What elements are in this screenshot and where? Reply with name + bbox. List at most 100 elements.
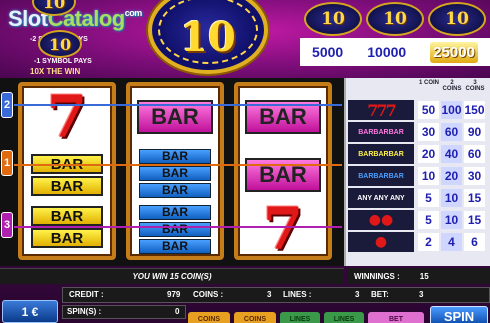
bar-symbol: BAR (139, 204, 211, 220)
bar-symbol: BAR (139, 182, 211, 198)
jackpot-value-3: 25000 (430, 41, 478, 63)
paytable-row-blue-bars: BARBARBAR 10 20 30 (346, 166, 490, 186)
seven-symbol: 7 (262, 195, 304, 263)
paytable-value: 30 (464, 167, 485, 185)
jackpot-value-1: 5000 (312, 44, 344, 60)
paytable-header-1: 1 COIN (418, 80, 439, 86)
payline-2 (14, 104, 342, 106)
paytable-value: 5 (418, 211, 439, 229)
jackpot-value-2: 10000 (367, 44, 407, 60)
paytable-value: 10 (441, 211, 462, 229)
reel-3-cell-top: BAR (238, 88, 328, 146)
jackpot-coin-3: 10 (428, 2, 486, 36)
winnings-value: 15 (419, 271, 429, 281)
coins-minus-button[interactable]: COINS (188, 312, 230, 323)
spins-label: SPIN(S) : (67, 307, 102, 316)
reel-1: 7 BAR BAR BAR BAR (18, 82, 116, 260)
paytable: 1 COIN 2 COINS 3 COINS 777 50 100 150 BA… (344, 78, 490, 266)
coins-value: 3 (267, 290, 272, 299)
paytable-symbol: ●● (348, 210, 414, 230)
cherry-icon: ● (374, 234, 388, 250)
paytable-row-yellow-bars: BARBARBAR 20 40 60 (346, 144, 490, 164)
bar-symbol: BAR (139, 165, 211, 181)
spins-value: 0 (175, 307, 180, 316)
jackpot-coin-1: 10 (304, 2, 362, 36)
paytable-row-cherries: ●● 5 10 15 (346, 210, 490, 230)
bar-symbol: BAR (139, 238, 211, 254)
bar-symbol: BAR (139, 148, 211, 164)
slot-game: SlotCatalogcom 10 -2 SYMBOL PAYS 10 -1 S… (0, 0, 490, 323)
paytable-row-any-bars: ANY ANY ANY 5 10 15 (346, 188, 490, 208)
paytable-symbol: BARBARBAR (348, 144, 414, 164)
winnings-box: WINNINGS : 15 (348, 268, 490, 284)
game-logo: 10 (148, 0, 268, 74)
paytable-symbol: ● (348, 232, 414, 252)
payline-1 (14, 164, 342, 166)
reel-2-cell-mid: BAR BAR BAR (130, 144, 220, 202)
paytable-value: 6 (464, 233, 485, 251)
cherry-icon: ●● (368, 212, 394, 228)
paytable-value: 60 (441, 123, 462, 141)
bar-symbol: BAR (31, 176, 103, 196)
reel-1-cell-top: 7 (22, 88, 112, 146)
reel-2-cell-top: BAR (130, 88, 220, 146)
seven-symbol: 7 (46, 83, 88, 151)
paytable-value: 20 (441, 167, 462, 185)
reel-3-cell-bottom: 7 (238, 200, 328, 258)
paytable-value: 60 (464, 145, 485, 163)
bet-label: BET: (371, 290, 389, 299)
payline-marker-1[interactable]: 1 (1, 150, 13, 176)
reel-2-cell-bottom: BAR BAR BAR (130, 200, 220, 258)
spins-box: SPIN(S) : 0 (62, 305, 186, 319)
win-message: YOU WIN 15 COIN(S) (132, 272, 212, 281)
payline-marker-3[interactable]: 3 (1, 212, 13, 238)
reel-3: BAR BAR 7 (234, 82, 332, 260)
credit-label: CREDIT : (69, 290, 104, 299)
rule-coin-bottom: 10 (38, 30, 82, 58)
winnings-label: WINNINGS : (354, 271, 400, 281)
bet-value: 3 (419, 290, 424, 299)
reel-1-cell-mid: BAR BAR (22, 146, 112, 204)
lines-plus-button[interactable]: LINES (324, 312, 364, 323)
bar-symbol: BAR (139, 221, 211, 237)
coins-plus-button[interactable]: COINS (234, 312, 276, 323)
paytable-value: 40 (441, 145, 462, 163)
paytable-symbol: BARBARBAR (348, 122, 414, 142)
one-symbol-multiplier: 10X THE WIN (30, 67, 81, 76)
jackpot-values: 5000 10000 25000 (300, 38, 490, 66)
lines-minus-button[interactable]: LINES (280, 312, 320, 323)
coins-label: COINS : (193, 290, 224, 299)
payline-marker-2[interactable]: 2 (1, 92, 13, 118)
spin-button[interactable]: SPIN (430, 306, 488, 323)
reel-2: BAR BAR BAR BAR BAR BAR BAR (126, 82, 224, 260)
one-symbol-rule: -1 SYMBOL PAYS (34, 58, 92, 65)
credit-value: 979 (167, 290, 181, 299)
paytable-value: 5 (418, 189, 439, 207)
lines-value: 3 (355, 290, 360, 299)
payline-3 (14, 226, 342, 228)
paytable-value: 150 (464, 101, 485, 119)
bet-button[interactable]: BET (368, 312, 424, 323)
top-banner: SlotCatalogcom 10 -2 SYMBOL PAYS 10 -1 S… (0, 0, 490, 78)
paytable-row-any-cherries: ● 2 4 6 (346, 232, 490, 252)
paytable-header-3: 3 COINS (465, 80, 485, 92)
paytable-value: 4 (441, 233, 462, 251)
bar-symbol: BAR (31, 206, 103, 226)
win-message-bar: YOU WIN 15 COIN(S) (0, 268, 344, 284)
coin-value-button[interactable]: 1 € (2, 300, 58, 323)
jackpot-coin-2: 10 (366, 2, 424, 36)
paytable-row-777: 777 50 100 150 (346, 100, 490, 120)
paytable-symbol: ANY ANY ANY (348, 188, 414, 208)
watermark-logo: SlotCatalogcom (8, 6, 142, 31)
paytable-value: 15 (464, 211, 485, 229)
paytable-value: 20 (418, 145, 439, 163)
paytable-value: 15 (464, 189, 485, 207)
paytable-value: 50 (418, 101, 439, 119)
paytable-row-pink-bars: BARBARBAR 30 60 90 (346, 122, 490, 142)
paytable-symbol: BARBARBAR (348, 166, 414, 186)
logo-ring (158, 0, 258, 64)
paytable-value: 10 (441, 189, 462, 207)
paytable-symbol: 777 (348, 100, 414, 120)
paytable-header-2: 2 COINS (442, 80, 462, 92)
paytable-value: 10 (418, 167, 439, 185)
